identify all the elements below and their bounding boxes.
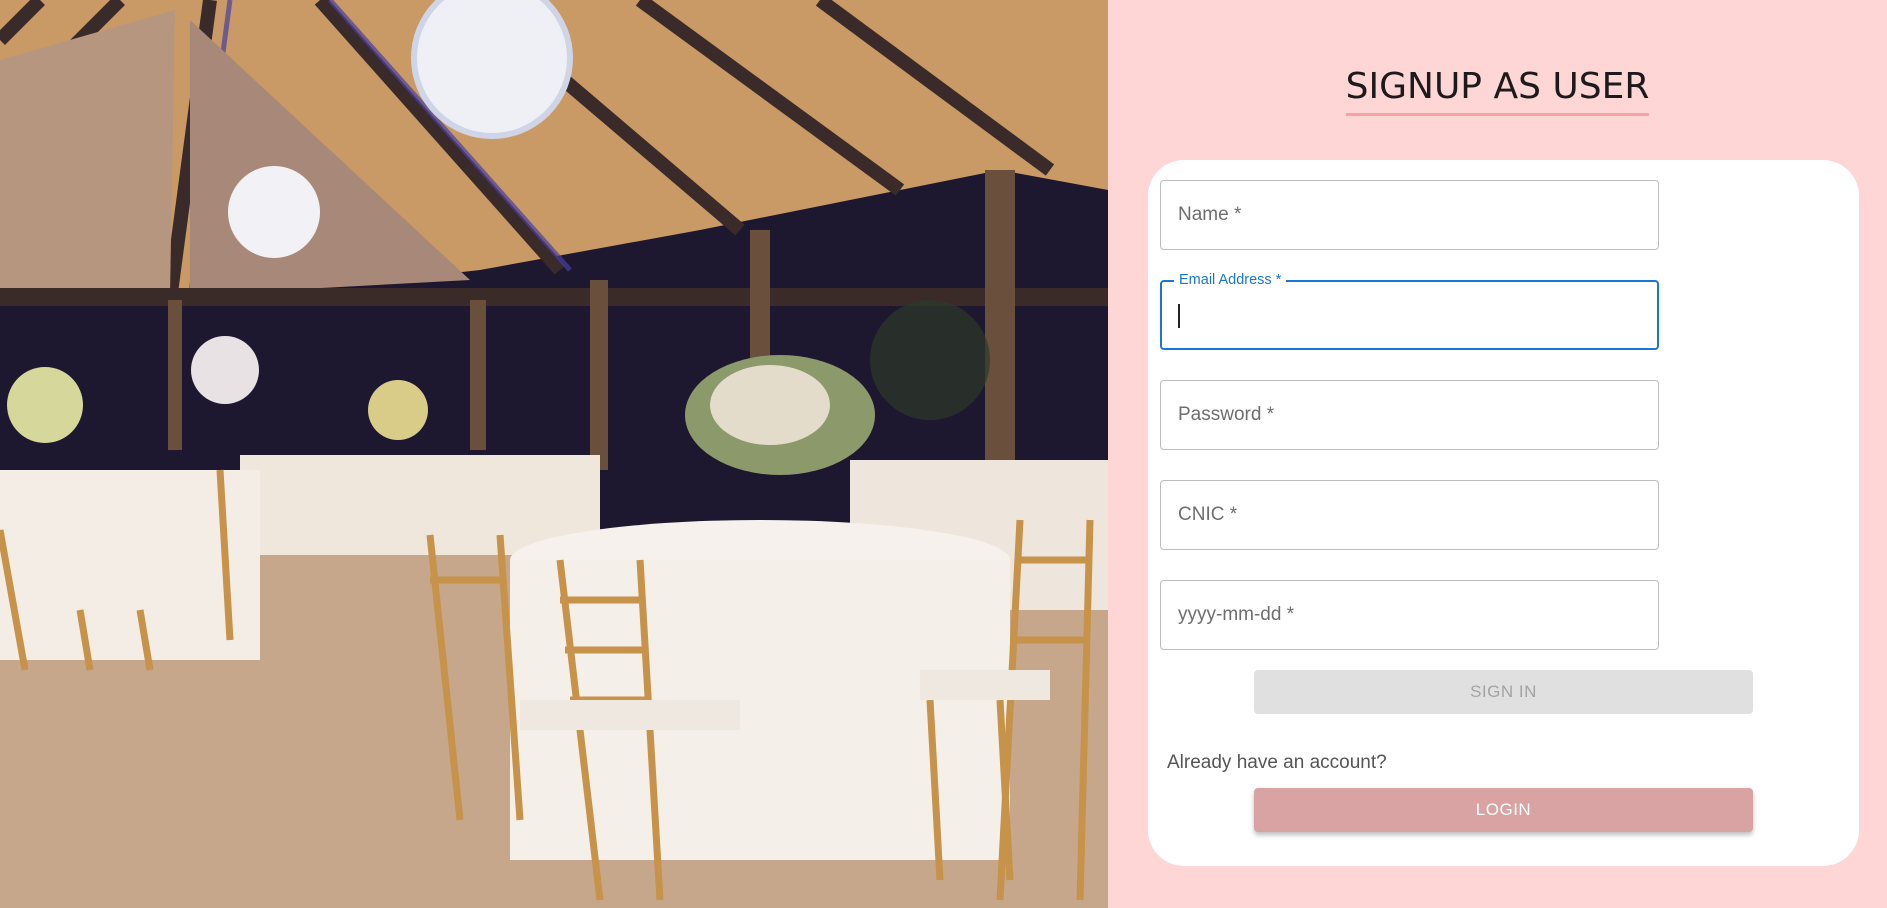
page-title-text: SIGNUP AS USER bbox=[1345, 66, 1650, 116]
page-title: SIGNUP AS USER bbox=[1108, 66, 1887, 116]
name-field[interactable]: Name * bbox=[1160, 180, 1659, 250]
name-placeholder: Name * bbox=[1178, 204, 1242, 225]
cnic-field[interactable]: CNIC * bbox=[1160, 480, 1659, 550]
signup-card: Name * Email Address * Password * CNIC *… bbox=[1148, 160, 1859, 866]
already-have-account-text: Already have an account? bbox=[1167, 752, 1387, 773]
text-cursor bbox=[1178, 304, 1180, 328]
sign-in-button[interactable]: SIGN IN bbox=[1254, 670, 1753, 714]
cnic-placeholder: CNIC * bbox=[1178, 504, 1238, 525]
wedding-venue-photo bbox=[0, 0, 1108, 908]
venue-illustration bbox=[0, 0, 1108, 908]
password-field[interactable]: Password * bbox=[1160, 380, 1659, 450]
email-label: Email Address * bbox=[1174, 272, 1287, 288]
date-of-birth-field[interactable]: yyyy-mm-dd * bbox=[1160, 580, 1659, 650]
password-placeholder: Password * bbox=[1178, 404, 1275, 425]
date-placeholder: yyyy-mm-dd * bbox=[1178, 604, 1295, 625]
signup-panel: SIGNUP AS USER Name * Email Address * Pa… bbox=[1108, 0, 1887, 908]
email-field[interactable]: Email Address * bbox=[1160, 272, 1659, 350]
login-button[interactable]: LOGIN bbox=[1254, 788, 1753, 832]
